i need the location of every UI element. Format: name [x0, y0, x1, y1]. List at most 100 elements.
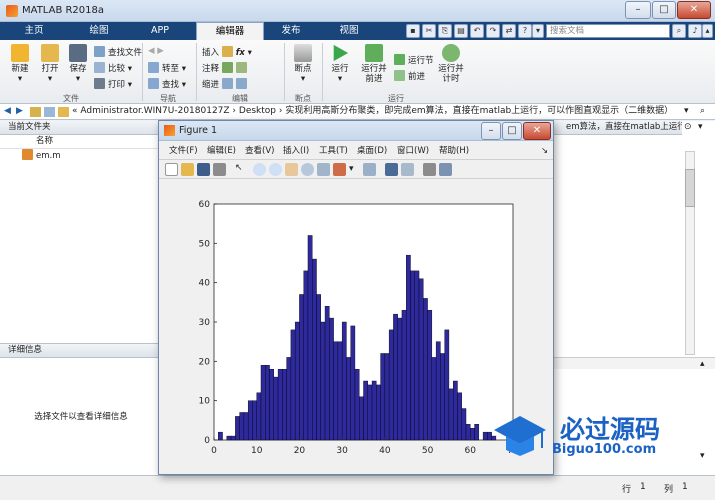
tab-apps[interactable]: APP	[132, 22, 188, 40]
pan-hand-icon[interactable]	[285, 163, 298, 176]
histogram-bar	[423, 298, 428, 441]
group-label-navigate: 导航	[160, 94, 176, 103]
run-section-button[interactable]: 运行节	[394, 54, 434, 66]
run-and-advance-button[interactable]: 运行并 前进	[358, 44, 390, 84]
undo-quick-icon[interactable]: ↶	[470, 24, 484, 38]
show-tools-icon[interactable]	[439, 163, 452, 176]
comment-button[interactable]: 注释	[202, 62, 250, 74]
figure-maximize-button[interactable]: □	[502, 122, 522, 140]
editor-tab-title[interactable]: em算法，直接在matlab上运行...	[552, 121, 682, 135]
fx-icon[interactable]: fx	[236, 48, 245, 58]
new-figure-icon[interactable]	[165, 163, 178, 176]
open-button[interactable]: 打开 ▾	[36, 44, 64, 84]
new-button[interactable]: 新建 ▾	[6, 44, 34, 84]
up-folder-icon[interactable]	[30, 107, 41, 117]
breakpoints-button[interactable]: 断点 ▾	[290, 44, 316, 84]
close-button[interactable]: ✕	[677, 1, 711, 19]
save-quick-icon[interactable]: ▪	[406, 24, 420, 38]
goto-button[interactable]: 转至 ▾	[148, 62, 186, 74]
histogram-bar	[329, 317, 334, 441]
run-and-time-button[interactable]: 运行并 计时	[436, 44, 466, 84]
row-label: 行	[622, 485, 632, 495]
compare-button[interactable]: 比较 ▾	[94, 62, 132, 74]
menu-overflow-icon[interactable]: ↘	[541, 143, 548, 159]
minimize-button[interactable]: –	[625, 1, 651, 19]
print-figure-icon[interactable]	[213, 163, 226, 176]
run-advance-icon	[365, 44, 383, 62]
cut-quick-icon[interactable]: ✂	[422, 24, 436, 38]
menu-window[interactable]: 窗口(W)	[397, 143, 429, 159]
histogram-bar	[226, 435, 232, 441]
current-path[interactable]: « Administrator.WIN7U-20180127Z › Deskto…	[72, 104, 682, 119]
histogram-bar	[290, 329, 296, 441]
search-input[interactable]: 搜索文档	[546, 24, 670, 38]
copy-quick-icon[interactable]: ⎘	[438, 24, 452, 38]
insert-button[interactable]: 插入 fx ▾	[202, 46, 252, 58]
maximize-button[interactable]: □	[652, 1, 676, 19]
histogram-bar	[371, 380, 377, 441]
menu-tools[interactable]: 工具(T)	[319, 143, 348, 159]
editor-scroll-thumb[interactable]	[685, 169, 695, 207]
tab-publish[interactable]: 发布	[264, 22, 318, 40]
panel-options-icon[interactable]: ⊙	[684, 122, 692, 132]
find-files-button[interactable]: 查找文件	[94, 46, 142, 58]
find-button[interactable]: 查找 ▾	[148, 78, 186, 90]
command-scroll-up-icon[interactable]: ▴	[700, 359, 705, 369]
data-cursor-icon[interactable]	[317, 163, 330, 176]
colorbar-icon[interactable]	[385, 163, 398, 176]
bell-icon[interactable]: ♪	[688, 24, 702, 38]
rotate-3d-icon[interactable]	[301, 163, 314, 176]
y-tick-label: 50	[199, 239, 211, 249]
name-column-header[interactable]: 名称	[0, 135, 161, 149]
legend-icon[interactable]	[401, 163, 414, 176]
ribbon-minimize-icon[interactable]: ▴	[702, 24, 713, 38]
histogram-bar	[435, 341, 441, 441]
menu-help[interactable]: 帮助(H)	[439, 143, 469, 159]
run-button[interactable]: 运行 ▾	[326, 44, 354, 84]
figure-close-button[interactable]: ✕	[523, 122, 551, 140]
zoom-in-icon[interactable]	[253, 163, 266, 176]
save-figure-icon[interactable]	[197, 163, 210, 176]
tab-editor[interactable]: 编辑器	[196, 22, 264, 40]
brush-dropdown-icon[interactable]: ▾	[349, 164, 354, 174]
panel-dropdown-icon[interactable]: ▾	[698, 122, 703, 132]
histogram-bar	[286, 357, 292, 441]
tab-home[interactable]: 主页	[4, 22, 64, 40]
tab-view[interactable]: 视图	[322, 22, 376, 40]
tab-plots[interactable]: 绘图	[66, 22, 132, 40]
nav-forward-icon[interactable]: ▶	[16, 104, 23, 119]
y-tick-label: 30	[199, 318, 211, 328]
list-item[interactable]: em.m	[0, 149, 161, 163]
menu-insert[interactable]: 插入(I)	[283, 143, 309, 159]
menu-file[interactable]: 文件(F)	[169, 143, 198, 159]
paste-quick-icon[interactable]: ▤	[454, 24, 468, 38]
advance-button[interactable]: 前进	[394, 70, 425, 82]
window-title: MATLAB R2018a	[22, 5, 105, 16]
increase-indent-icon	[235, 78, 247, 89]
open-file-icon[interactable]	[181, 163, 194, 176]
figure-minimize-button[interactable]: –	[481, 122, 501, 140]
hide-tools-icon[interactable]	[423, 163, 436, 176]
menu-edit[interactable]: 编辑(E)	[207, 143, 236, 159]
nav-back-forward[interactable]: ◀ ▶	[148, 46, 164, 56]
redo-quick-icon[interactable]: ↷	[486, 24, 500, 38]
save-button[interactable]: 保存 ▾	[64, 44, 92, 84]
link-plot-icon[interactable]	[363, 163, 376, 176]
menu-desktop[interactable]: 桌面(D)	[357, 143, 387, 159]
watermark-text: 必过源码	[560, 415, 661, 444]
help-quick-icon[interactable]: ?	[518, 24, 532, 38]
quick-dropdown-icon[interactable]: ▾	[532, 24, 544, 38]
brush-icon[interactable]	[333, 163, 346, 176]
switch-windows-icon[interactable]: ⇄	[502, 24, 516, 38]
path-search-icon[interactable]: ⌕	[700, 104, 705, 119]
menu-view[interactable]: 查看(V)	[245, 143, 274, 159]
nav-back-icon[interactable]: ◀	[4, 104, 11, 119]
search-icon[interactable]: ⌕	[672, 24, 686, 38]
browse-folder-icon[interactable]	[44, 107, 55, 117]
indent-button[interactable]: 缩进	[202, 78, 250, 90]
zoom-out-icon[interactable]	[269, 163, 282, 176]
pointer-icon[interactable]: ↖	[235, 163, 248, 176]
print-button[interactable]: 打印 ▾	[94, 78, 132, 90]
find-files-icon	[94, 46, 105, 57]
path-dropdown-icon[interactable]: ▾	[684, 104, 689, 119]
